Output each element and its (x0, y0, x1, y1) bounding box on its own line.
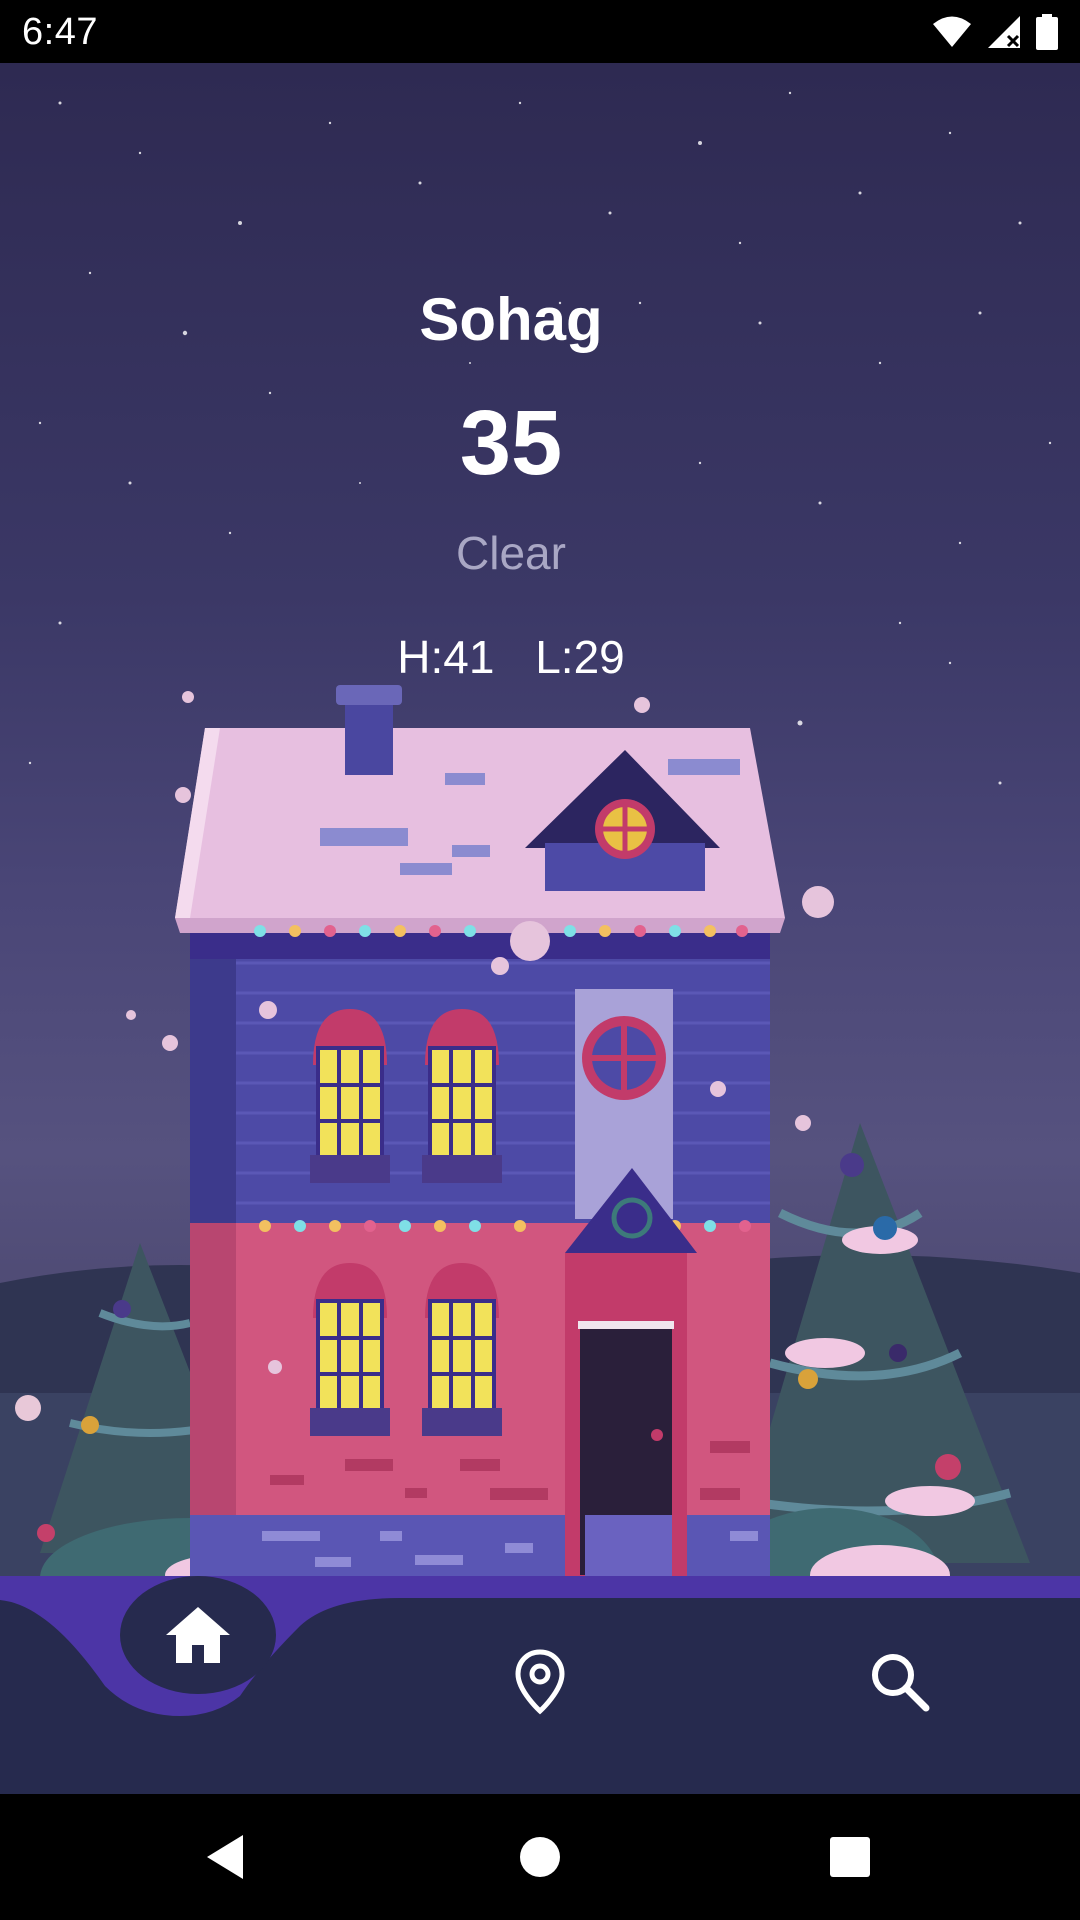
recents-icon (830, 1837, 870, 1877)
system-home-button[interactable] (505, 1822, 575, 1892)
city-name: Sohag (419, 286, 603, 353)
nav-search-button[interactable] (840, 1622, 960, 1742)
home-circle-icon (520, 1837, 560, 1877)
current-temperature: 35 (459, 392, 563, 494)
search-icon (872, 1654, 930, 1712)
status-bar: 6:47 (0, 0, 1080, 63)
back-icon (207, 1835, 243, 1879)
nav-location-button[interactable] (480, 1622, 600, 1742)
system-navigation-bar (0, 1794, 1080, 1920)
wifi-icon (933, 16, 971, 47)
battery-icon (1036, 14, 1058, 50)
location-pin-icon (515, 1649, 565, 1715)
background-illustration: Sohag 35 Clear H:41 L:29 (0, 63, 1080, 1578)
status-time: 6:47 (22, 11, 98, 53)
low-temperature: L:29 (535, 631, 625, 683)
system-recents-button[interactable] (815, 1822, 885, 1892)
weather-screen: 6:47 Sohag 35 Clear H:41 L:29 (0, 0, 1080, 1920)
nav-home-button[interactable] (120, 1576, 276, 1694)
home-icon (166, 1607, 230, 1663)
high-temperature: H:41 (397, 631, 495, 683)
status-icons (932, 12, 1058, 52)
high-low-temperature: H:41 L:29 (0, 629, 1022, 685)
cell-signal-icon (988, 16, 1020, 48)
system-back-button[interactable] (190, 1822, 260, 1892)
bottom-navigation-bar (0, 1576, 1080, 1794)
weather-condition: Clear (456, 527, 566, 579)
